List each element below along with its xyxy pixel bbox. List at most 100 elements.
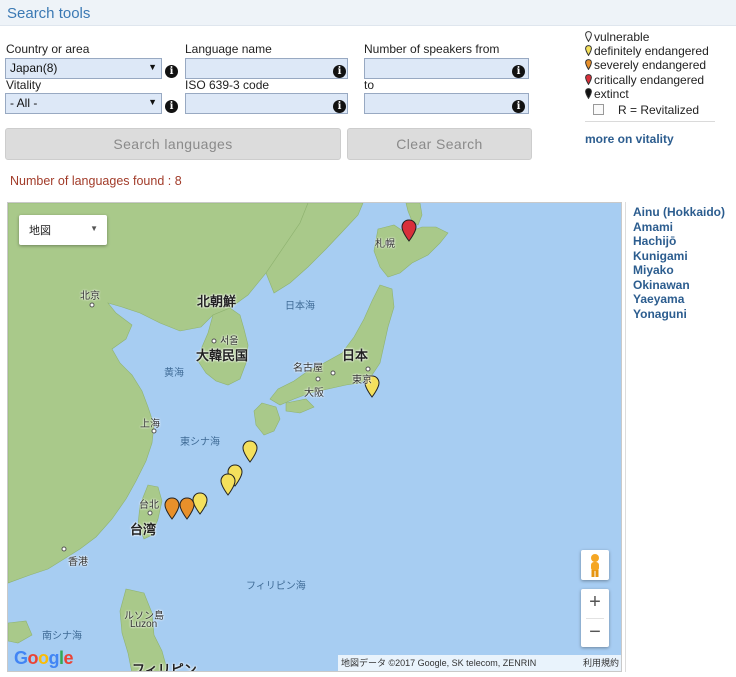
legend-label: critically endangered [594,72,705,87]
terms-link[interactable]: 利用規約 [583,655,619,671]
logo-letter: o [27,648,39,668]
zoom-out-button[interactable]: − [581,619,609,647]
map-label-taipei: 台北 [139,500,159,511]
map-label-taiwan: 台湾 [130,522,157,537]
speakers-from-label: Number of speakers from [364,42,500,56]
attribution-text: 地図データ ©2017 Google, SK telecom, ZENRIN [341,658,537,668]
map-label-hong-kong: 香港 [68,557,88,568]
language-link-hachijo[interactable]: Hachijō [633,234,676,248]
language-link-amami[interactable]: Amami [633,220,673,234]
language-link-ainu[interactable]: Ainu (Hokkaido) [633,205,725,219]
map-label-philippines: フィリピン [132,662,197,672]
map-label-south-korea: 大韓民国 [196,348,249,363]
language-link-okinawan[interactable]: Okinawan [633,278,690,292]
legend-item-definitely-endangered: definitely endangered [585,44,733,58]
logo-letter: g [48,648,60,668]
city-dot [211,338,217,344]
vitality-select[interactable]: - All - ▼ [5,93,162,114]
map-attribution: 地図データ ©2017 Google, SK telecom, ZENRIN 利… [338,655,621,671]
language-link-kunigami[interactable]: Kunigami [633,249,688,263]
city-dot [315,376,321,382]
chevron-down-icon: ▼ [148,97,157,107]
search-tools-header: Search tools [0,0,736,26]
chevron-down-icon: ▼ [148,62,157,72]
iso-code-label: ISO 639-3 code [185,78,270,92]
country-value: Japan(8) [10,61,58,75]
language-link-yaeyama[interactable]: Yaeyama [633,292,684,306]
legend-label: severely endangered [594,58,707,73]
city-dot [89,302,95,308]
map-label-sapporo: 札幌 [375,239,395,250]
map-type-dropdown[interactable]: 地図 ▼ [19,215,107,245]
more-on-vitality-link[interactable]: more on vitality [585,132,674,146]
country-select[interactable]: Japan(8) ▼ [5,58,162,79]
pin-icon [585,87,592,99]
clear-search-button[interactable]: Clear Search [347,128,532,160]
street-view-button[interactable] [581,550,609,580]
pin-icon [585,45,592,57]
info-icon[interactable]: i [512,65,525,78]
legend-item-vulnerable: vulnerable [585,30,733,44]
language-name-input[interactable] [185,58,348,79]
speakers-from-input[interactable] [364,58,529,79]
map-label-nagoya: 名古屋 [293,363,323,374]
logo-letter: G [14,648,28,668]
map-label-japan: 日本 [342,348,369,363]
map-label-south-china-sea: 南シナ海 [42,631,82,642]
city-dot [61,546,67,552]
map-label-beijing: 北京 [80,291,100,302]
info-icon[interactable]: i [165,65,178,78]
map-label-philippine-sea: フィリピン海 [246,581,306,592]
logo-letter: o [38,648,49,668]
revitalized-filter[interactable]: R = Revitalized [593,103,699,117]
map-label-east-china-sea: 東シナ海 [180,437,220,448]
logo-letter: e [63,648,74,668]
legend-item-extinct: extinct [585,87,733,101]
vitality-value: - All - [10,96,38,110]
language-link-yonaguni[interactable]: Yonaguni [633,307,687,321]
map-label-shanghai: 上海 [140,419,160,430]
map-label-north-korea: 北朝鮮 [197,294,237,309]
info-icon[interactable]: i [333,65,346,78]
vitality-label: Vitality [6,78,42,92]
map-type-label: 地図 [29,225,51,237]
revitalized-checkbox[interactable] [593,104,604,115]
info-icon[interactable]: i [165,100,178,113]
pin-icon [585,73,592,85]
legend-divider [585,121,715,122]
pegman-icon [591,554,599,577]
map-label-luzon: Luzon [130,619,158,630]
city-dot [147,510,153,516]
iso-code-input[interactable] [185,93,348,114]
legend-item-critically-endangered: critically endangered [585,73,733,87]
city-dot [330,370,336,376]
speakers-to-input[interactable] [364,93,529,114]
legend-label: definitely endangered [594,44,709,59]
language-link-miyako[interactable]: Miyako [633,263,674,277]
language-name-label: Language name [185,42,272,56]
vitality-legend: vulnerable definitely endangered severel… [585,30,733,101]
language-results-list: Ainu (Hokkaido) Amami Hachijō Kunigami M… [625,202,735,672]
chevron-down-icon: ▼ [90,224,98,233]
legend-label: extinct [594,86,629,101]
pin-icon [585,59,592,71]
legend-label: vulnerable [594,30,650,44]
speakers-to-label: to [364,78,375,92]
info-icon[interactable]: i [512,100,525,113]
map-label-yellow-sea: 黄海 [164,368,184,379]
map-view[interactable]: 地図 ▼ 札幌 北京 北朝鮮 日本海 서울 大韓民国 日本 名古屋 東京 大阪 … [7,202,622,672]
map-label-osaka: 大阪 [304,388,324,399]
map-label-tokyo: 東京 [352,375,372,386]
info-icon[interactable]: i [333,100,346,113]
legend-item-severely-endangered: severely endangered [585,58,733,72]
google-logo: Google [14,648,74,669]
search-tools-title: Search tools [7,5,91,22]
languages-found-count: Number of languages found : 8 [10,174,182,188]
zoom-control: + − [581,589,609,647]
zoom-in-button[interactable]: + [581,589,609,617]
map-canvas[interactable] [8,203,622,672]
map-label-sea-of-japan: 日本海 [285,301,315,312]
country-label: Country or area [6,42,90,56]
revitalized-label: R = Revitalized [618,103,700,117]
search-languages-button[interactable]: Search languages [5,128,341,160]
